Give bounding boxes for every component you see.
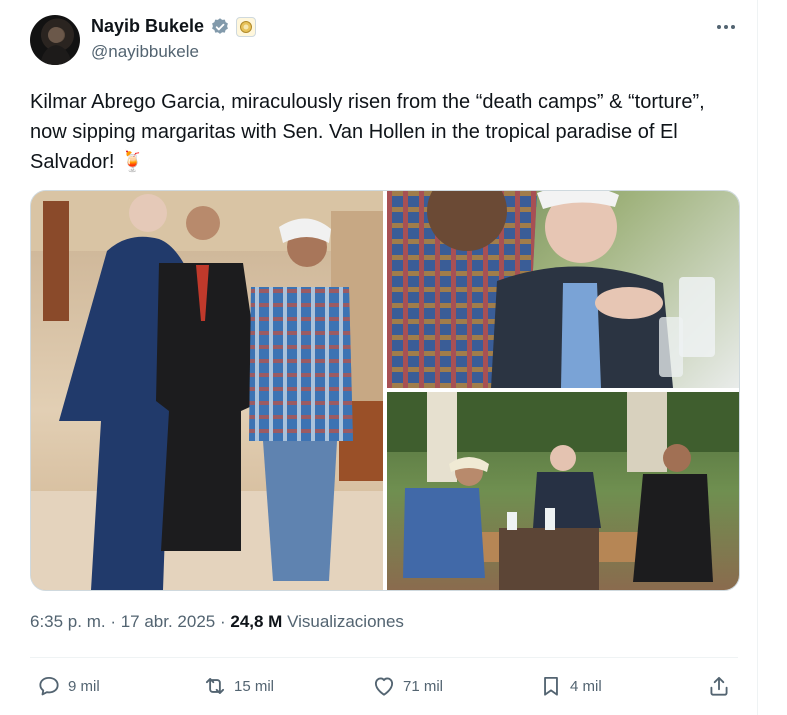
affiliate-badge-icon[interactable]	[236, 16, 257, 37]
media-grid	[30, 190, 740, 591]
bookmark-count: 4 mil	[570, 677, 602, 695]
meta-separator: ·	[215, 612, 231, 631]
avatar[interactable]	[30, 15, 80, 65]
like-icon	[374, 677, 394, 696]
share-icon	[710, 676, 728, 696]
share-button[interactable]	[706, 673, 732, 699]
repost-count: 15 mil	[234, 677, 275, 695]
tweet-meta: 6:35 p. m. · 17 abr. 2025 · 24,8 M Visua…	[30, 612, 404, 632]
like-count: 71 mil	[403, 677, 444, 695]
like-button[interactable]: 71 mil	[371, 673, 443, 699]
views-count[interactable]: 24,8 M	[230, 612, 282, 631]
repost-button[interactable]: 15 mil	[202, 673, 274, 699]
timeline-border	[757, 0, 758, 715]
bookmark-icon	[544, 676, 558, 696]
reply-button[interactable]: 9 mil	[36, 673, 100, 699]
more-icon[interactable]	[714, 15, 738, 39]
author-handle[interactable]: @nayibbukele	[91, 42, 199, 62]
tweet-time[interactable]: 6:35 p. m.	[30, 612, 106, 631]
reply-icon	[39, 676, 59, 696]
repost-icon	[205, 678, 225, 694]
photo-dining-table[interactable]	[387, 392, 739, 590]
tweet-text: Kilmar Abrego Garcia, miraculously risen…	[30, 91, 705, 173]
verified-badge-icon[interactable]	[210, 17, 230, 37]
divider	[30, 657, 738, 658]
photo-senator-closeup[interactable]	[387, 191, 739, 388]
bookmark-button[interactable]: 4 mil	[538, 673, 602, 699]
photo-handshake[interactable]	[31, 191, 383, 590]
tweet-date[interactable]: 17 abr. 2025	[121, 612, 216, 631]
views-label: Visualizaciones	[282, 612, 404, 631]
author-name[interactable]: Nayib Bukele	[91, 16, 204, 37]
meta-separator: ·	[105, 612, 121, 631]
reply-count: 9 mil	[68, 677, 100, 695]
author-row: Nayib Bukele	[91, 16, 257, 37]
